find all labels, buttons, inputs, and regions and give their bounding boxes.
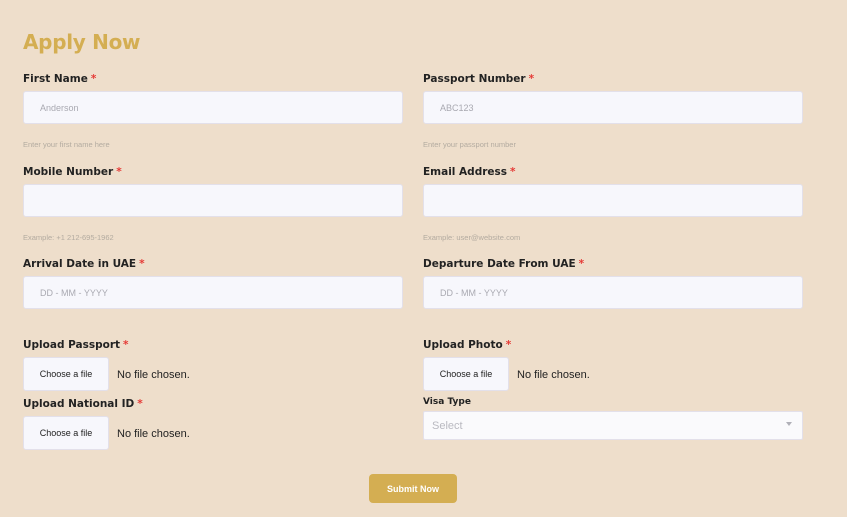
departure-date-label: Departure Date From UAE *	[423, 258, 584, 270]
email-address-label-text: Email Address	[423, 166, 508, 178]
upload-passport-status: No file chosen.	[117, 369, 190, 381]
upload-national-id-status: No file chosen.	[117, 428, 190, 440]
required-mark: *	[510, 166, 516, 178]
required-mark: *	[116, 166, 122, 178]
required-mark: *	[578, 258, 585, 270]
mobile-number-label-text: Mobile Number	[23, 166, 114, 178]
first-name-input[interactable]	[23, 91, 403, 124]
submit-button[interactable]: Submit Now	[369, 474, 457, 503]
first-name-label-text: First Name	[23, 73, 88, 85]
visa-type-value: Select	[432, 420, 463, 432]
visa-type-select[interactable]: Select	[423, 411, 803, 440]
upload-national-id-button[interactable]: Choose a file	[23, 416, 109, 450]
arrival-date-label-text: Arrival Date in UAE	[23, 258, 137, 270]
required-mark: *	[505, 339, 512, 351]
mobile-number-input[interactable]	[23, 184, 403, 217]
passport-number-hint: Enter your passport number	[423, 140, 516, 149]
departure-date-label-text: Departure Date From UAE	[423, 258, 576, 270]
passport-number-input[interactable]	[423, 91, 803, 124]
mobile-number-hint: Example: +1 212-695-1962	[23, 233, 114, 242]
passport-number-label: Passport Number *	[423, 73, 534, 85]
mobile-number-label: Mobile Number *	[23, 166, 122, 178]
required-mark: *	[123, 339, 129, 351]
arrival-date-label: Arrival Date in UAE *	[23, 258, 145, 270]
upload-photo-label-text: Upload Photo	[423, 339, 503, 351]
form-title: Apply Now	[23, 30, 141, 54]
email-address-input[interactable]	[423, 184, 803, 217]
required-mark: *	[528, 73, 535, 85]
email-address-hint: Example: user@website.com	[423, 233, 521, 242]
required-mark: *	[90, 73, 97, 85]
required-mark: *	[139, 258, 145, 270]
first-name-hint: Enter your first name here	[23, 140, 110, 149]
upload-photo-button[interactable]: Choose a file	[423, 357, 509, 391]
first-name-label: First Name *	[23, 73, 96, 85]
passport-number-label-text: Passport Number	[423, 73, 526, 85]
upload-photo-label: Upload Photo *	[423, 339, 511, 351]
email-address-label: Email Address *	[423, 166, 516, 178]
chevron-down-icon	[786, 422, 792, 426]
upload-passport-button[interactable]: Choose a file	[23, 357, 109, 391]
required-mark: *	[137, 398, 143, 410]
upload-passport-label-text: Upload Passport	[23, 339, 121, 351]
arrival-date-input[interactable]	[23, 276, 403, 309]
upload-passport-label: Upload Passport *	[23, 339, 129, 351]
upload-photo-status: No file chosen.	[517, 369, 590, 381]
upload-national-id-label: Upload National ID *	[23, 398, 143, 410]
departure-date-input[interactable]	[423, 276, 803, 309]
upload-national-id-label-text: Upload National ID	[23, 398, 135, 410]
visa-type-label: Visa Type	[423, 397, 471, 407]
